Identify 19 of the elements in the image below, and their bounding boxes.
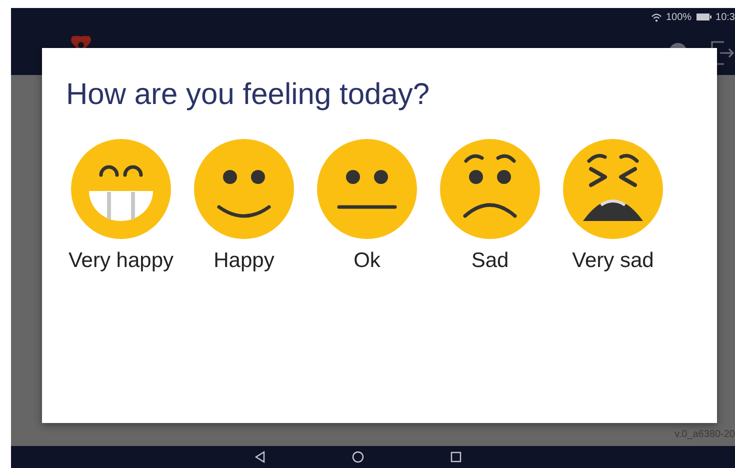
battery-icon xyxy=(696,13,712,21)
home-icon[interactable] xyxy=(352,451,364,463)
wifi-icon xyxy=(650,12,662,22)
recents-icon[interactable] xyxy=(450,451,462,463)
dialog-title: How are you feeling today? xyxy=(66,77,430,113)
heart-logo-icon xyxy=(71,36,91,48)
emoji-face-icon xyxy=(194,139,294,239)
mood-option[interactable]: Happy xyxy=(189,139,299,275)
mood-option[interactable]: Ok xyxy=(312,139,422,275)
battery-percent: 100% xyxy=(666,10,692,24)
emoji-face-icon xyxy=(317,139,417,239)
emoji-face-icon xyxy=(563,139,663,239)
mood-option[interactable]: Very happy xyxy=(66,139,176,275)
emoji-face-icon xyxy=(440,139,540,239)
mood-option[interactable]: Very sad xyxy=(558,139,668,275)
mood-option[interactable]: Sad xyxy=(435,139,545,275)
back-icon[interactable] xyxy=(254,451,266,463)
clock-time: 10:3 xyxy=(716,10,735,24)
emoji-face-icon xyxy=(71,139,171,239)
